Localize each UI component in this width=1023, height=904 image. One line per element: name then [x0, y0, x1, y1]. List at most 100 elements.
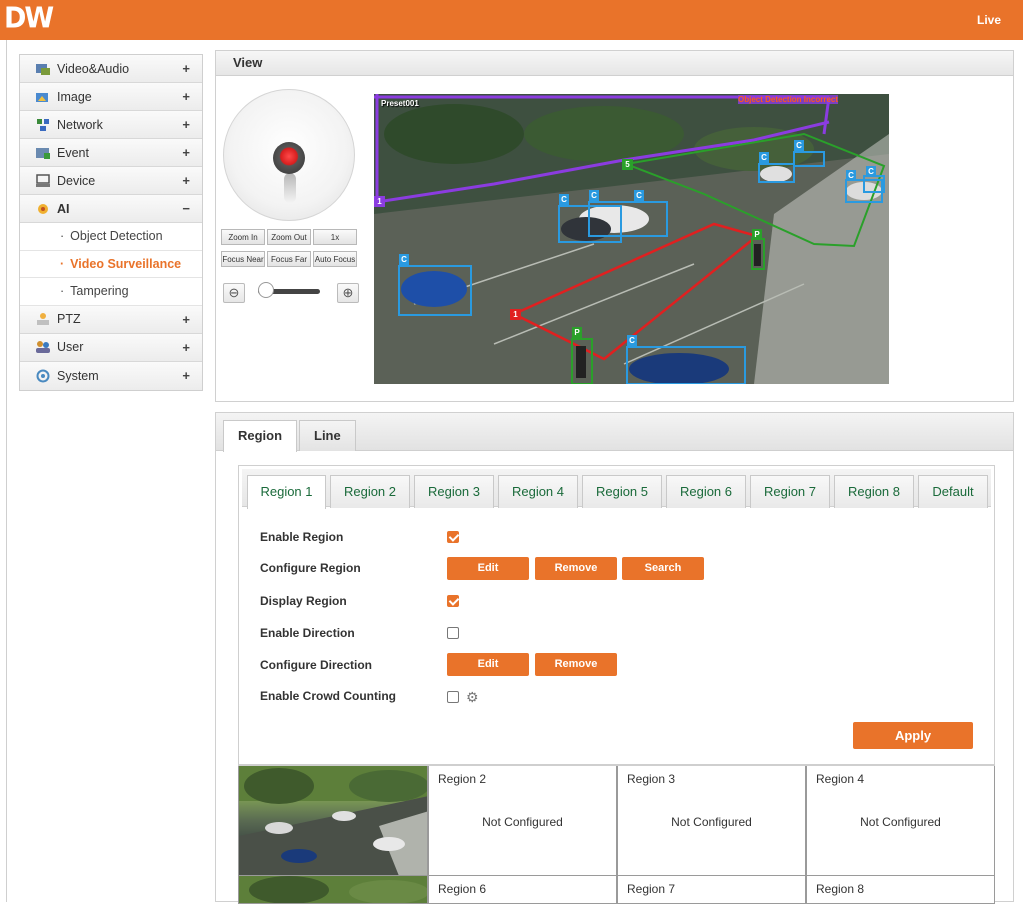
sidebar-item-label: AI [57, 201, 70, 216]
live-link[interactable]: Live [977, 13, 1001, 27]
tab-region-6[interactable]: Region 6 [666, 475, 746, 508]
sidebar-item-system[interactable]: System + [20, 361, 202, 390]
sidebar-subitem-object-detection[interactable]: · Object Detection [20, 223, 202, 251]
search-region-button[interactable]: Search [622, 557, 704, 580]
region-4-cell[interactable]: Region 4 Not Configured [806, 766, 995, 876]
sidebar-item-video-audio[interactable]: Video&Audio + [20, 55, 202, 83]
object-marker: P [752, 229, 762, 240]
event-icon [35, 146, 51, 160]
zoom-slider-thumb[interactable] [258, 282, 274, 298]
ptz-joystick[interactable] [223, 89, 355, 221]
region-tabs: Region 1 Region 2 Region 3 Region 4 Regi… [242, 469, 991, 509]
zoom-out-button[interactable]: Zoom Out [267, 229, 311, 245]
region-7-cell[interactable]: Region 7 [617, 876, 806, 904]
focus-near-button[interactable]: Focus Near [221, 251, 265, 267]
object-marker: C [399, 254, 409, 265]
sidebar-item-label: System [57, 368, 99, 383]
zoom-out-icon[interactable]: ⊖ [223, 283, 245, 303]
gear-icon[interactable]: ⚙ [466, 690, 479, 704]
tab-region-5[interactable]: Region 5 [582, 475, 662, 508]
region-3-cell[interactable]: Region 3 Not Configured [617, 766, 806, 876]
region-8-cell[interactable]: Region 8 [806, 876, 995, 904]
user-icon [35, 340, 51, 354]
zoom-in-icon[interactable]: ⊕ [337, 283, 359, 303]
expand-icon[interactable]: + [182, 312, 190, 327]
sidebar-item-label: Device [57, 173, 96, 188]
expand-icon[interactable]: + [182, 117, 190, 132]
expand-icon[interactable]: + [182, 89, 190, 104]
sidebar-item-event[interactable]: Event + [20, 139, 202, 167]
edit-direction-button[interactable]: Edit [447, 653, 529, 676]
tab-region-1[interactable]: Region 1 [247, 475, 326, 509]
tab-region-2[interactable]: Region 2 [330, 475, 410, 508]
region-4-status: Not Configured [860, 815, 941, 829]
network-icon [35, 118, 51, 132]
region-2-status: Not Configured [482, 815, 563, 829]
region-settings: Region 1 Region 2 Region 3 Region 4 Regi… [238, 465, 995, 765]
video-audio-icon [35, 62, 51, 76]
sidebar-item-user[interactable]: User + [20, 333, 202, 362]
object-marker: C [559, 194, 569, 205]
tab-region-3[interactable]: Region 3 [414, 475, 494, 508]
bullet-icon: · [60, 229, 65, 244]
region-2-cell[interactable]: Region 2 Not Configured [428, 766, 617, 876]
display-region-checkbox[interactable] [447, 595, 459, 607]
sidebar-item-ai[interactable]: AI − [20, 195, 202, 223]
edit-region-button[interactable]: Edit [447, 557, 529, 580]
device-icon [35, 173, 51, 188]
expand-icon[interactable]: + [182, 145, 190, 160]
expand-icon[interactable]: + [182, 340, 190, 355]
expand-icon[interactable]: + [182, 368, 190, 383]
object-marker: C [759, 152, 769, 163]
joystick-knob[interactable] [273, 142, 305, 174]
tab-region-7[interactable]: Region 7 [750, 475, 830, 508]
sidebar-item-device[interactable]: Device + [20, 167, 202, 195]
sidebar-item-label: User [57, 340, 84, 354]
tab-region-4[interactable]: Region 4 [498, 475, 578, 508]
object-marker: C [846, 170, 856, 181]
tab-region-8[interactable]: Region 8 [834, 475, 914, 508]
region-4-title: Region 4 [816, 772, 865, 786]
apply-button[interactable]: Apply [853, 722, 973, 749]
expand-icon[interactable]: + [182, 173, 190, 188]
tab-line[interactable]: Line [299, 420, 356, 451]
collapse-icon[interactable]: − [182, 201, 190, 216]
sidebar-item-image[interactable]: Image + [20, 83, 202, 111]
tab-default[interactable]: Default [918, 475, 988, 508]
zoom-1x-button[interactable]: 1x [313, 229, 357, 245]
remove-direction-button[interactable]: Remove [535, 653, 617, 676]
sidebar-subitem-tampering[interactable]: · Tampering [20, 278, 202, 306]
configure-direction-label: Configure Direction [260, 658, 373, 672]
enable-region-checkbox[interactable] [447, 531, 459, 543]
ai-icon [35, 202, 51, 216]
configure-region-label: Configure Region [260, 561, 361, 575]
region-5-thumbnail[interactable] [238, 876, 428, 904]
sidebar-subitem-video-surveillance[interactable]: · Video Surveillance [20, 250, 202, 278]
ptz-icon [35, 312, 51, 326]
zoom-in-button[interactable]: Zoom In [221, 229, 265, 245]
region-1-thumbnail[interactable] [238, 766, 428, 876]
region-6-cell[interactable]: Region 6 [428, 876, 617, 904]
bullet-icon: · [60, 284, 65, 299]
focus-far-button[interactable]: Focus Far [267, 251, 311, 267]
sidebar-item-network[interactable]: Network + [20, 111, 202, 139]
enable-direction-checkbox[interactable] [447, 627, 459, 639]
dw-logo[interactable]: DW [4, 2, 54, 35]
auto-focus-button[interactable]: Auto Focus [313, 251, 357, 267]
expand-icon[interactable]: + [182, 61, 190, 76]
image-icon [35, 90, 51, 104]
sidebar-item-label: Event [57, 145, 89, 160]
region-preview-grid: Region 2 Not Configured Region 3 Not Con… [238, 765, 995, 904]
object-marker: C [634, 190, 644, 201]
enable-crowd-counting-checkbox[interactable] [447, 691, 459, 703]
region-2-title: Region 2 [438, 772, 487, 786]
thumbnail-scene [239, 766, 427, 875]
live-video[interactable]: Preset001 Object Detection Incorrect 1 5… [374, 94, 889, 384]
sidebar-subitem-label: Object Detection [70, 229, 163, 244]
sidebar-item-ptz[interactable]: PTZ + [20, 305, 202, 334]
config-tabs: Region Line [216, 413, 1013, 452]
left-border [6, 40, 7, 902]
remove-region-button[interactable]: Remove [535, 557, 617, 580]
enable-crowd-counting-label: Enable Crowd Counting [260, 689, 396, 703]
tab-region[interactable]: Region [223, 420, 298, 452]
